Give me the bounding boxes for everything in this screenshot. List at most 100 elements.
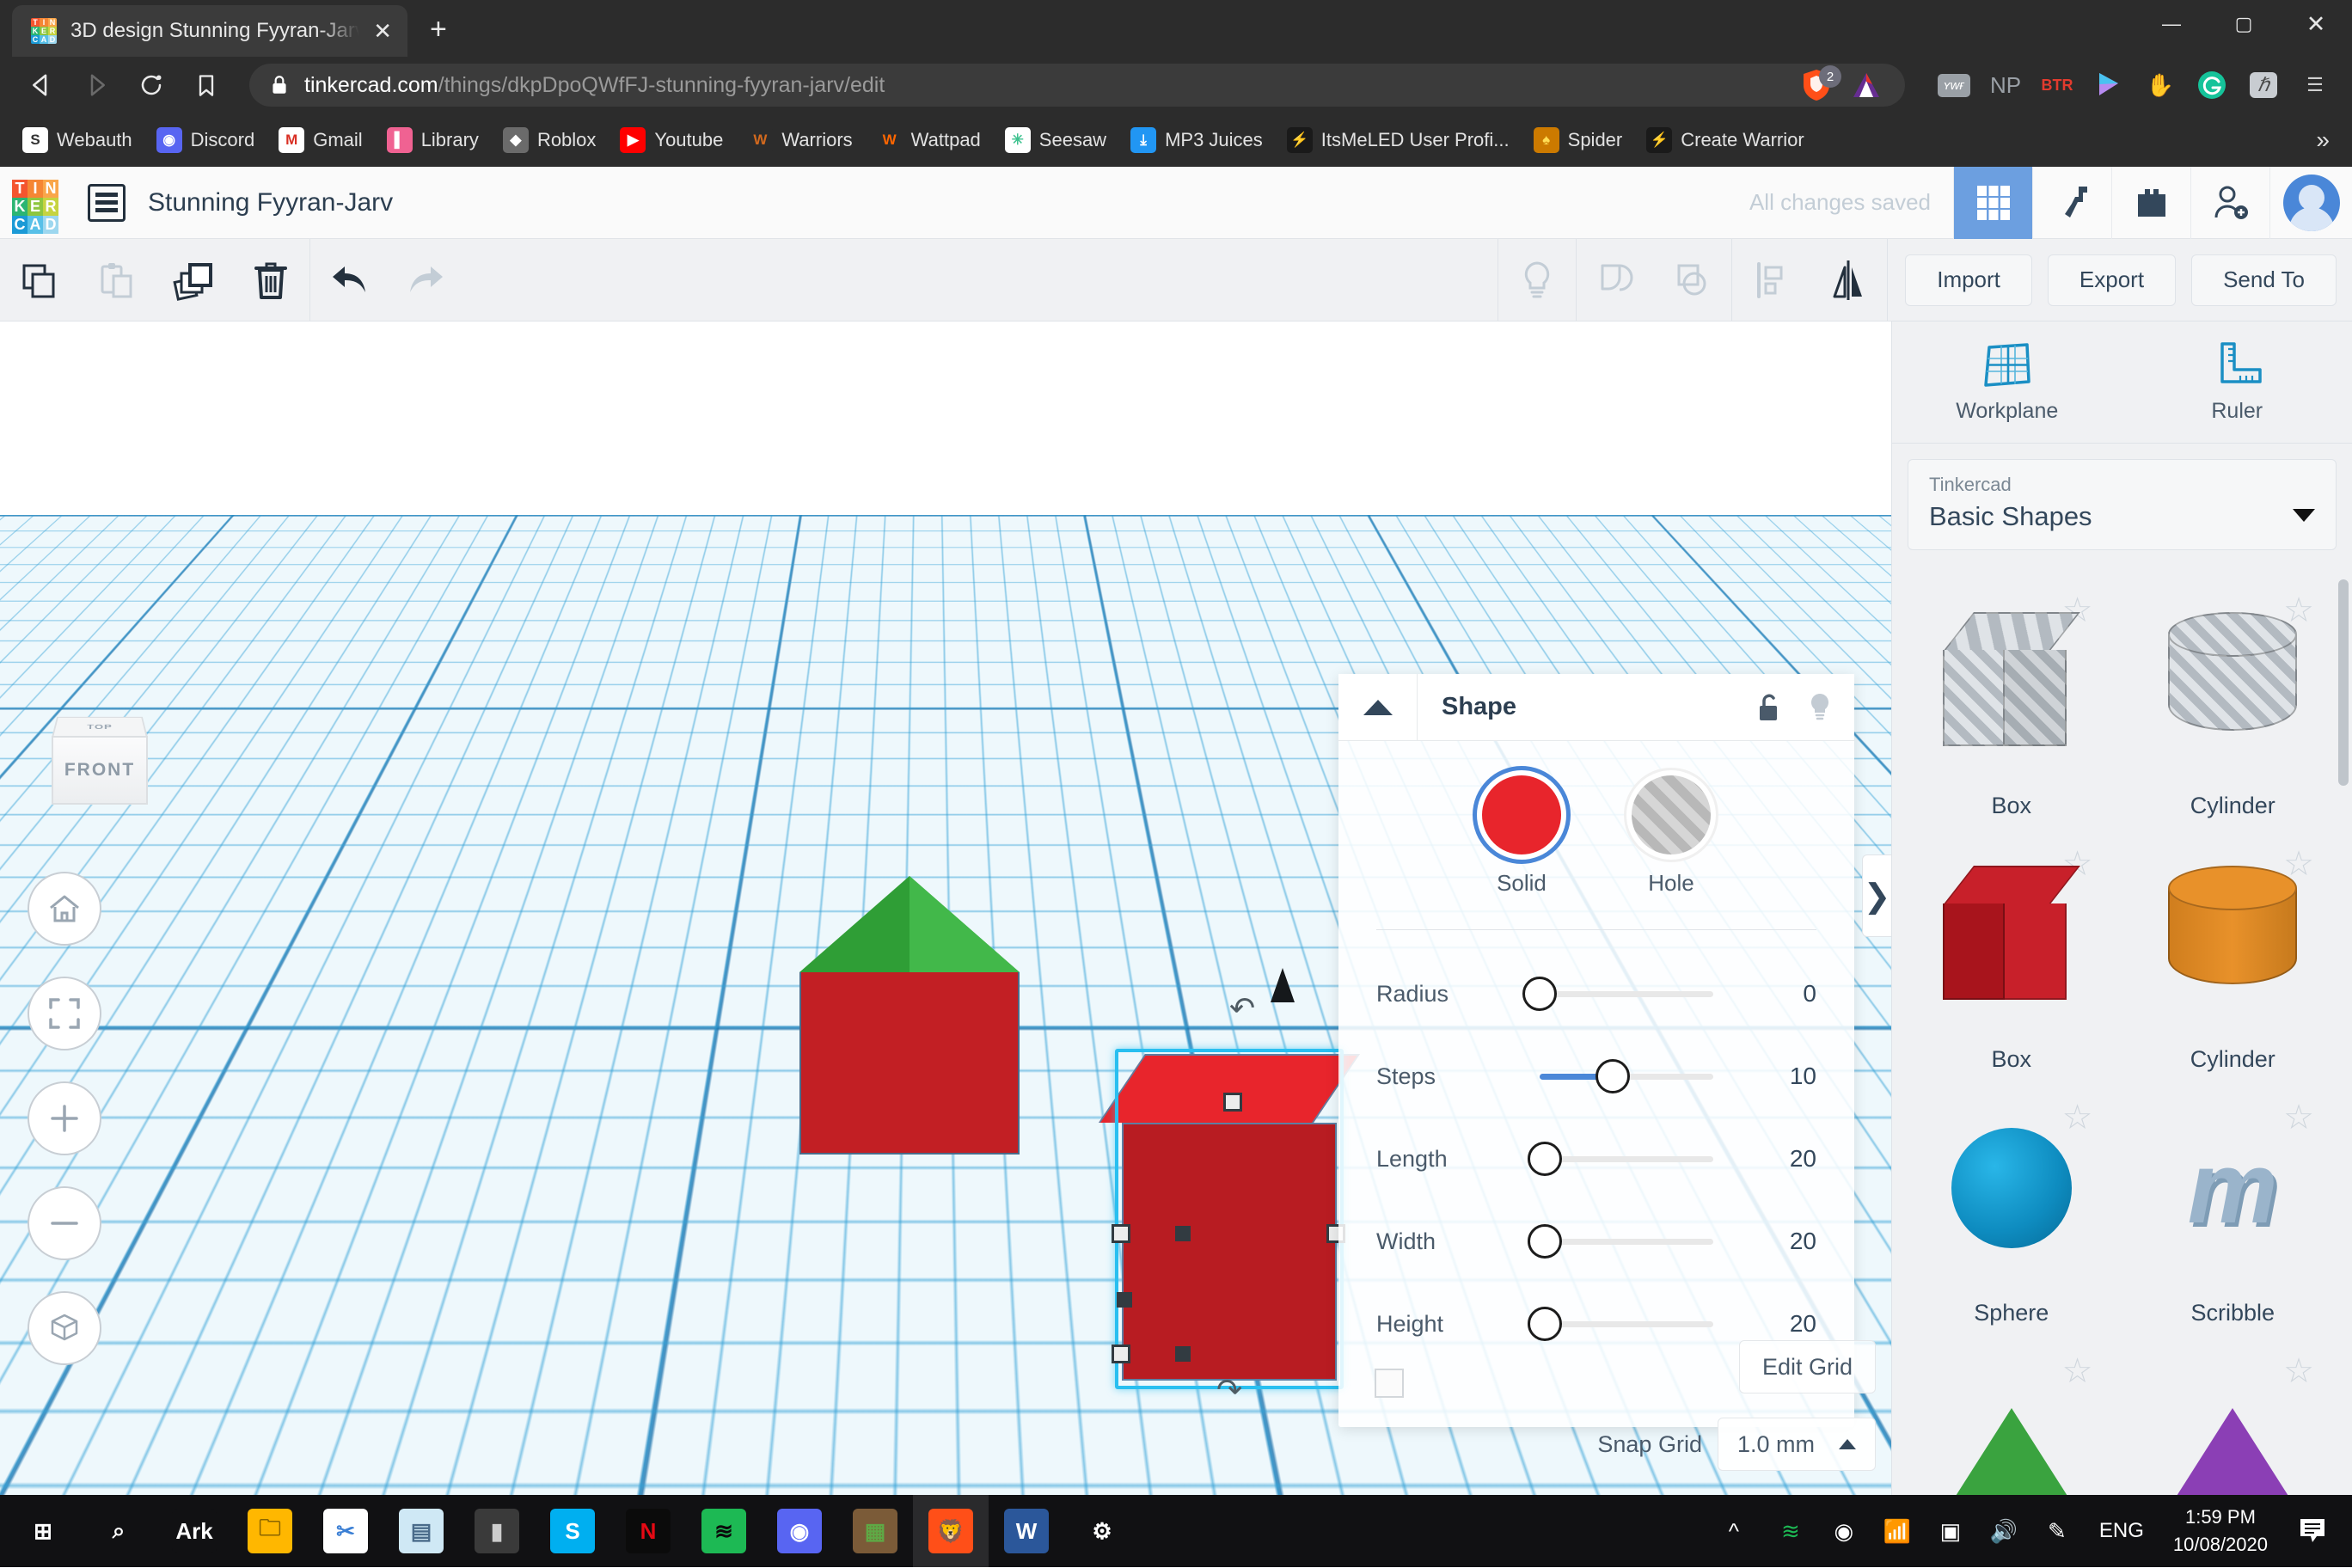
shape-gallery[interactable]: ☆Box☆Cylinder☆Box☆Cylinder☆Sphere☆mScrib… (1892, 566, 2352, 1495)
user-avatar[interactable] (2269, 167, 2352, 239)
import-button[interactable]: Import (1905, 254, 2032, 306)
wave-icon[interactable]: ✋ (2141, 65, 2180, 105)
sidebar-item-workplane[interactable]: Workplane (1892, 322, 2122, 443)
hole-option[interactable]: Hole (1632, 775, 1711, 897)
new-tab-button[interactable]: + (430, 13, 447, 46)
resize-handle-corner[interactable] (1117, 1292, 1132, 1308)
favorite-star-icon[interactable]: ☆ (2062, 1100, 2093, 1135)
undo-icon[interactable] (310, 239, 388, 322)
ark-button[interactable]: Ark (156, 1495, 232, 1567)
minus-icon[interactable] (28, 1186, 101, 1260)
property-slider[interactable] (1540, 1227, 1713, 1256)
nvidia-tray-icon[interactable]: ▣ (1924, 1495, 1977, 1567)
ungroup-icon[interactable] (1654, 239, 1731, 322)
gallery-scrollbar[interactable] (2338, 579, 2349, 786)
design-grid-button[interactable] (1953, 167, 2032, 239)
search-button[interactable]: ⌕ (81, 1495, 156, 1567)
bookmark-library-icon[interactable]: ▌Library (377, 122, 489, 158)
bookmark-seesaw-icon[interactable]: ✳Seesaw (995, 122, 1117, 158)
resize-handle-center[interactable] (1175, 1226, 1191, 1241)
shape-item-box[interactable]: ☆Box (1901, 578, 2122, 831)
view-cube-front[interactable]: FRONT (52, 736, 148, 805)
settings-button[interactable]: ⚙ (1064, 1495, 1140, 1567)
property-slider[interactable] (1540, 1144, 1713, 1173)
selected-box-shape[interactable]: ↷ (1122, 1054, 1337, 1381)
chevron-up-icon[interactable] (1338, 674, 1418, 741)
property-slider[interactable] (1540, 979, 1713, 1008)
bookmark-webauth-icon[interactable]: SWebauth (12, 122, 143, 158)
browser-tab[interactable]: TINKERCAD 3D design Stunning Fyyran-Jarv… (12, 5, 407, 57)
bookmark-youtube-icon[interactable]: ▶Youtube (609, 122, 733, 158)
bookmark-warriors-icon[interactable]: WWarriors (737, 122, 862, 158)
bookmark-spider-icon[interactable]: ♠Spider (1523, 122, 1633, 158)
blocks-button[interactable] (2111, 167, 2190, 239)
forward-icon[interactable] (72, 61, 120, 109)
paste-icon[interactable] (77, 239, 155, 322)
plus-icon[interactable] (28, 1081, 101, 1155)
sticky-notes-button[interactable]: ▤ (383, 1495, 459, 1567)
redo-icon[interactable] (388, 239, 465, 322)
file-explorer-button[interactable]: 🗀 (232, 1495, 308, 1567)
language-indicator[interactable]: ENG (2087, 1495, 2156, 1567)
bookmark-create-warrior-icon[interactable]: ⚡Create Warrior (1636, 122, 1814, 158)
lightbulb-icon[interactable] (1498, 239, 1576, 322)
rotate-handle-top[interactable]: ↶ (1229, 990, 1255, 1026)
favorite-star-icon[interactable]: ☆ (2062, 1354, 2093, 1388)
start-button[interactable]: ⊞ (5, 1495, 81, 1567)
shape-library-select[interactable]: Tinkercad Basic Shapes (1908, 459, 2337, 550)
bookmark-roblox-icon[interactable]: ◆Roblox (493, 122, 606, 158)
panel-toggle-button[interactable]: ❯ (1862, 854, 1891, 937)
minimize-button[interactable]: — (2135, 0, 2208, 48)
bookmark-wattpad-icon[interactable]: WWattpad (867, 122, 991, 158)
favorite-star-icon[interactable]: ☆ (2283, 1354, 2314, 1388)
duplicate-icon[interactable] (155, 239, 232, 322)
bookmark-itsmeled-icon[interactable]: ⚡ItsMeLED User Profi... (1277, 122, 1520, 158)
wifi-tray-icon[interactable]: 📶 (1871, 1495, 1924, 1567)
clock[interactable]: 1:59 PM 10/08/2020 (2159, 1504, 2282, 1559)
snap-grid-select[interactable]: 1.0 mm (1718, 1418, 1876, 1471)
project-menu-icon[interactable] (88, 184, 126, 222)
np-icon[interactable]: NP (1986, 65, 2025, 105)
bookmark-icon[interactable] (182, 61, 230, 109)
shape-item-shape-6[interactable]: ☆ (1901, 1338, 2122, 1495)
design-canvas[interactable]: rkplane ↶ (0, 322, 1891, 1495)
group-icon[interactable] (1577, 239, 1654, 322)
spotify-button[interactable]: ≋ (686, 1495, 762, 1567)
resize-handle-bottom[interactable] (1175, 1346, 1191, 1362)
skype-button[interactable]: S (535, 1495, 610, 1567)
mirror-icon[interactable] (1810, 239, 1887, 322)
shape-item-scribble[interactable]: ☆mScribble (2122, 1085, 2344, 1338)
spotify-tray-icon[interactable]: ≋ (1764, 1495, 1817, 1567)
house-shape[interactable] (799, 876, 1020, 1155)
mouse-settings-button[interactable]: ▮ (459, 1495, 535, 1567)
view-cube[interactable]: TOP FRONT (45, 700, 156, 803)
brave-button[interactable]: 🦁 (913, 1495, 989, 1567)
discord-tray-icon[interactable]: ◉ (1817, 1495, 1871, 1567)
word-button[interactable]: W (989, 1495, 1064, 1567)
snipping-tool-button[interactable]: ✂ (308, 1495, 383, 1567)
property-slider[interactable] (1540, 1062, 1713, 1091)
resize-handle-top[interactable] (1223, 1093, 1242, 1112)
bookmark-discord-icon[interactable]: ◉Discord (146, 122, 266, 158)
tray-expand-icon[interactable]: ^ (1707, 1495, 1761, 1567)
notification-icon[interactable] (2285, 1495, 2340, 1567)
sidebar-item-ruler[interactable]: Ruler (2122, 322, 2352, 443)
trash-icon[interactable] (232, 239, 309, 322)
shape-checkbox[interactable] (1375, 1369, 1404, 1398)
edit-grid-button[interactable]: Edit Grid (1739, 1340, 1876, 1393)
resize-handle-left[interactable] (1112, 1224, 1130, 1243)
close-icon[interactable]: ✕ (373, 20, 392, 42)
bookmark-gmail-icon[interactable]: MGmail (268, 122, 372, 158)
fit-icon[interactable] (28, 977, 101, 1050)
netflix-button[interactable]: N (610, 1495, 686, 1567)
reload-icon[interactable] (127, 61, 175, 109)
volume-tray-icon[interactable]: 🔊 (1977, 1495, 2030, 1567)
grammarly-icon[interactable] (2192, 65, 2232, 105)
ywf-icon[interactable]: ʏᴡғ (1934, 65, 1974, 105)
browser-menu-icon[interactable]: ☰ (2295, 65, 2335, 105)
shape-item-sphere[interactable]: ☆Sphere (1901, 1085, 2122, 1338)
address-bar[interactable]: tinkercad.com/things/dkpDpoQWfFJ-stunnin… (249, 64, 1905, 107)
resize-handle-bottom-left[interactable] (1112, 1344, 1130, 1363)
maximize-button[interactable]: ▢ (2208, 0, 2280, 48)
property-slider[interactable] (1540, 1309, 1713, 1338)
